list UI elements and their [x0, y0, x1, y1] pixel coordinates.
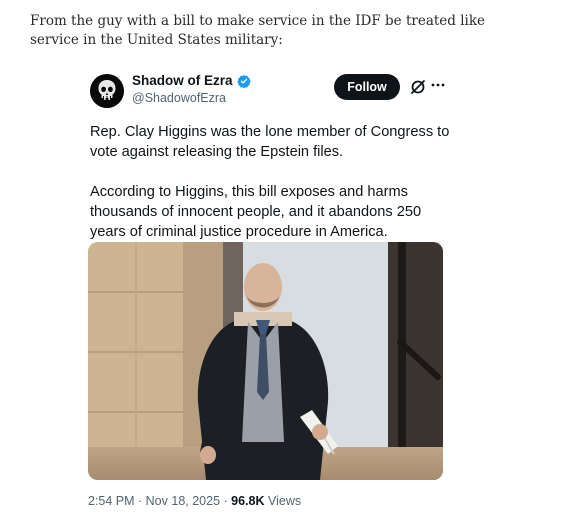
tweet-paragraph-2: According to Higgins, this bill exposes …	[90, 184, 422, 240]
tweet-photo[interactable]	[88, 242, 443, 480]
author-name[interactable]: Shadow of Ezra	[132, 73, 251, 88]
tweet-text: Rep. Clay Higgins was the lone member of…	[90, 122, 450, 262]
follow-button[interactable]: Follow	[334, 74, 400, 100]
embedded-tweet[interactable]: Shadow of Ezra @ShadowofEzra Follow Rep.…	[76, 58, 456, 522]
timestamp[interactable]: 2:54 PM · Nov 18, 2025 ·	[88, 494, 231, 508]
author-handle[interactable]: @ShadowofEzra	[132, 91, 226, 105]
tweet-paragraph-1: Rep. Clay Higgins was the lone member of…	[90, 124, 450, 160]
views-count: 96.8K	[231, 494, 265, 508]
verified-badge-icon	[236, 74, 251, 88]
post-intro-text: From the guy with a bill to make service…	[30, 13, 486, 48]
tweet-meta: 2:54 PM · Nov 18, 2025 · 96.8K Views	[88, 494, 301, 508]
more-icon[interactable]	[430, 77, 446, 93]
author-name-text[interactable]: Shadow of Ezra	[132, 73, 233, 88]
grok-icon[interactable]	[408, 77, 428, 97]
skull-avatar-icon[interactable]	[90, 74, 124, 108]
views-label: Views	[264, 494, 302, 508]
